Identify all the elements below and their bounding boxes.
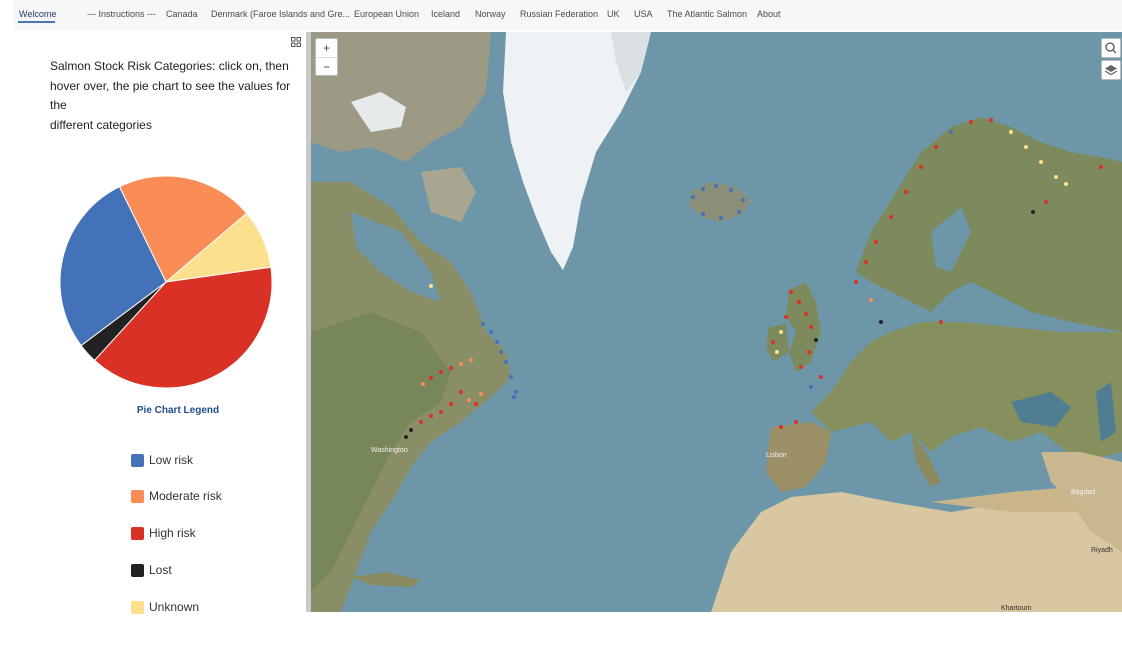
layers-icon (1104, 65, 1118, 76)
nav-tab-about[interactable]: About (757, 9, 781, 19)
nav-tab-instructions[interactable]: --- Instructions --- (87, 9, 156, 19)
zoom-out-button[interactable]: − (316, 57, 337, 76)
nav-tab-canada[interactable]: Canada (166, 9, 198, 19)
legend-label: Moderate risk (149, 489, 222, 503)
map-label: Khartoum (1001, 605, 1032, 612)
nav-tab-russian-federation[interactable]: Russian Federation (520, 9, 598, 19)
nav-tab-welcome[interactable]: Welcome (19, 9, 56, 19)
legend-label: High risk (149, 526, 196, 540)
nav-tab-iceland[interactable]: Iceland (431, 9, 460, 19)
nav-tab-atlantic-salmon[interactable]: The Atlantic Salmon (667, 9, 747, 19)
legend-swatch (131, 564, 144, 577)
legend-swatch (131, 490, 144, 503)
legend-swatch (131, 601, 144, 614)
legend-label: Unknown (149, 600, 200, 614)
intro-line: Salmon Stock Risk Categories: click on, … (50, 59, 289, 73)
nav-tab-usa[interactable]: USA (634, 9, 653, 19)
map-label: Washington (371, 447, 408, 454)
legend-label: Lost (149, 563, 172, 577)
nav-tab-european-union[interactable]: European Union (354, 9, 419, 19)
panel-intro-text: Salmon Stock Risk Categories: click on, … (50, 57, 304, 135)
intro-line: hover over, the pie chart to see the val… (50, 78, 291, 113)
map-label: Lisbon (766, 452, 787, 459)
legend-swatch (131, 527, 144, 540)
active-tab-indicator (18, 21, 55, 23)
intro-line: different categories (50, 117, 152, 132)
top-nav: Welcome --- Instructions --- Canada Denm… (13, 0, 1122, 30)
satellite-basemap[interactable]: Bagdad Riyadh Khartoum Lisbon Washington (311, 32, 1122, 612)
pie-chart[interactable] (57, 172, 277, 392)
legend-swatch (131, 454, 144, 467)
nav-tab-uk[interactable]: UK (607, 9, 620, 19)
expand-icon[interactable] (291, 37, 301, 47)
pie-chart-legend-title: Pie Chart Legend (136, 405, 220, 416)
map-label: Riyadh (1091, 547, 1113, 554)
nav-tab-norway[interactable]: Norway (475, 9, 506, 19)
nav-tab-denmark[interactable]: Denmark (Faroe Islands and Gre... (211, 9, 350, 19)
search-button[interactable] (1101, 38, 1121, 58)
zoom-control: + − (315, 38, 338, 76)
layers-button[interactable] (1101, 60, 1121, 80)
zoom-in-button[interactable]: + (316, 39, 337, 57)
map-view[interactable]: Bagdad Riyadh Khartoum Lisbon Washington (311, 32, 1122, 612)
search-icon (1105, 42, 1117, 54)
legend-label: Low risk (149, 453, 194, 467)
map-label: Bagdad (1071, 489, 1095, 496)
